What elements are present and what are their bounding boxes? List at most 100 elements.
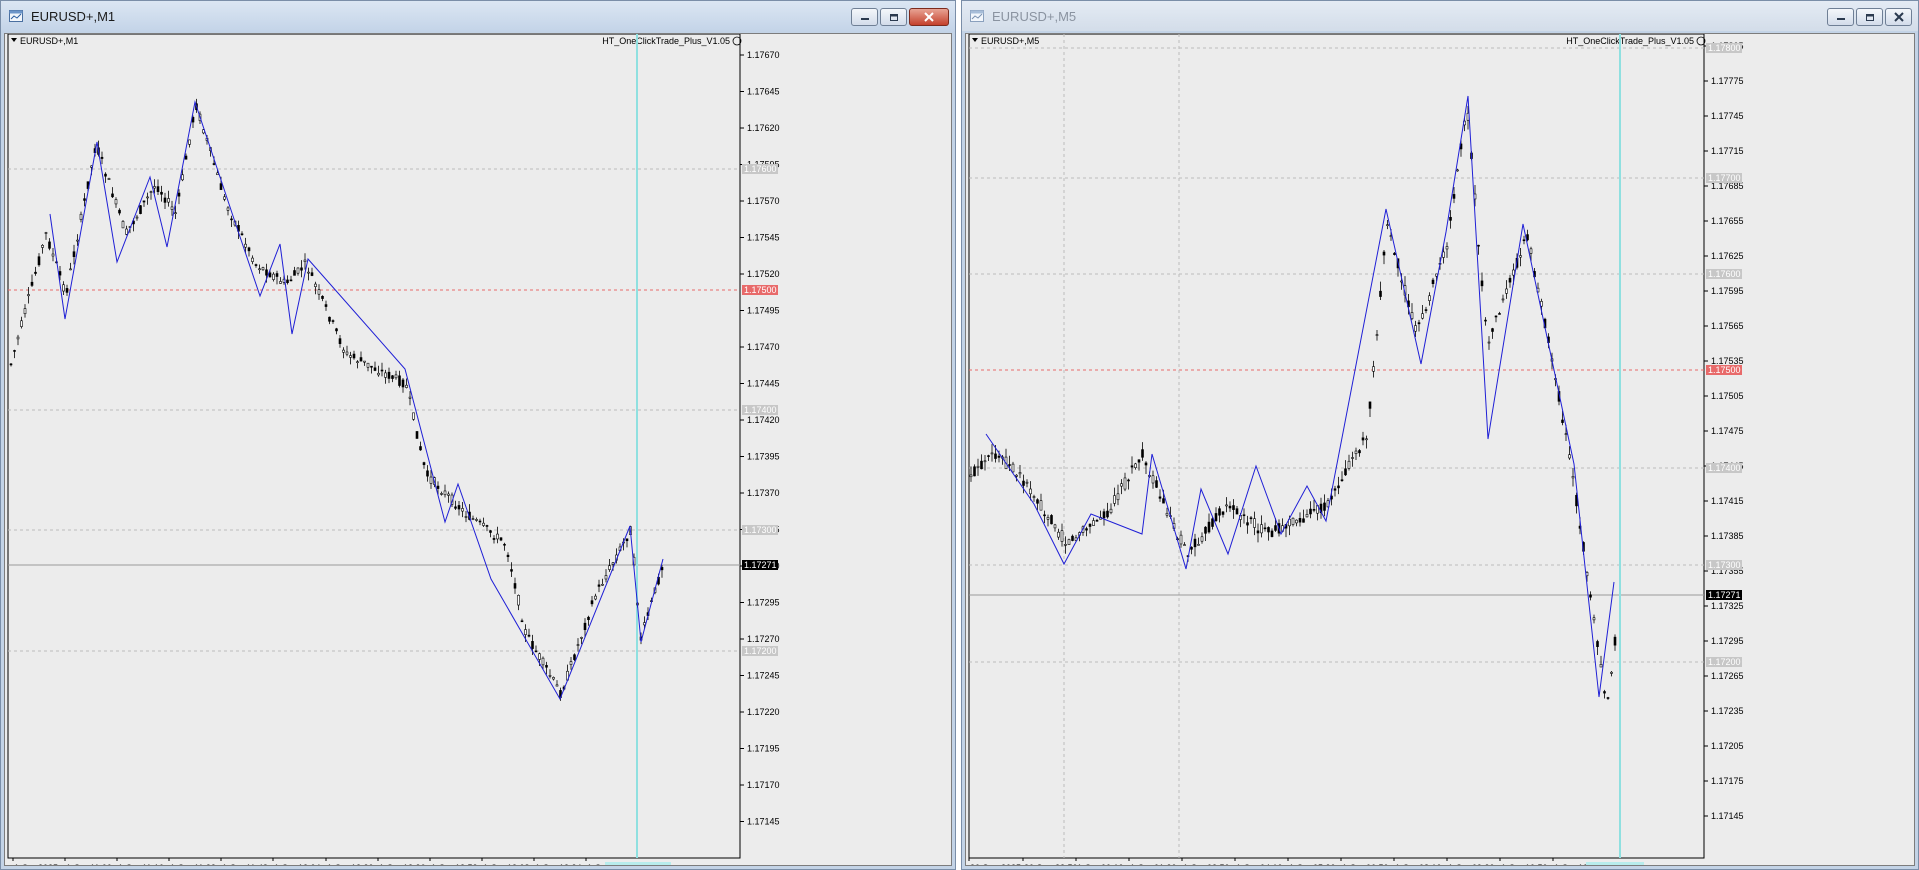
candle-body <box>370 365 373 368</box>
candle-body <box>1410 312 1414 319</box>
price-chart[interactable]: EURUSD+,M5 HT_OneClickTrade_Plus_V1.05 1.1… <box>966 34 1915 866</box>
symbol-dropdown-icon[interactable] <box>11 38 17 42</box>
price-tick-label: 1.17235 <box>1711 706 1744 716</box>
candle-body <box>1015 474 1018 477</box>
price-tick-label: 1.17670 <box>747 50 780 60</box>
candle-body <box>1375 334 1379 336</box>
time-tick-label: 1 Oct 01:30 <box>1130 863 1177 866</box>
candle-body <box>135 216 139 219</box>
candle-body <box>111 193 114 198</box>
time-tick-label: 1 Oct 11:48 <box>222 863 268 866</box>
candle-body <box>27 294 30 297</box>
price-tick-label: 1.17170 <box>747 780 780 790</box>
candle-body <box>1095 520 1099 522</box>
chart-area[interactable]: EURUSD+,M5 HT_OneClickTrade_Plus_V1.05 1.1… <box>965 33 1915 866</box>
symbol-dropdown-icon[interactable] <box>972 38 978 42</box>
title-bar[interactable]: EURUSD+,M1 <box>1 1 955 31</box>
price-tick-label: 1.17620 <box>747 123 780 133</box>
window-title: EURUSD+,M5 <box>992 9 1077 24</box>
candle-body <box>597 584 601 587</box>
candle-body <box>1333 488 1337 491</box>
time-tick-label: 1 Oct 11:32 <box>170 863 216 866</box>
candle-body <box>359 357 363 362</box>
candle-body <box>1039 500 1043 511</box>
candle-body <box>1067 539 1071 545</box>
candle-body <box>594 595 597 600</box>
candle-body <box>1568 454 1571 459</box>
time-tick-label: 1 Oct 10:50 <box>1501 863 1548 866</box>
chart-window-m5[interactable]: EURUSD+,M5 EURUSD+,M5 HT_OneClickTrade_Pl… <box>961 0 1919 870</box>
candle-body <box>1193 538 1197 548</box>
close-button[interactable] <box>1885 8 1912 26</box>
price-tick-label: 1.17570 <box>747 196 780 206</box>
candle-body <box>1295 519 1298 524</box>
candle-body <box>1491 328 1494 332</box>
candle-body <box>990 452 994 455</box>
candle-body <box>436 485 440 489</box>
chart-window-m1[interactable]: EURUSD+,M1 EURUSD+,M1 HT_OneClickTrade_Pl… <box>0 0 956 870</box>
candle-body <box>580 637 583 639</box>
candle-body <box>1120 483 1123 487</box>
minimize-button[interactable] <box>1827 8 1854 26</box>
restore-button[interactable] <box>1856 8 1883 26</box>
level-price-label: 1.17300 <box>744 525 777 535</box>
candle-body <box>1526 234 1529 241</box>
candle-body <box>1134 463 1137 468</box>
price-chart[interactable]: EURUSD+,M1 HT_OneClickTrade_Plus_V1.05 1.1… <box>5 34 952 866</box>
candle-body <box>1043 514 1046 517</box>
plot-frame <box>7 34 741 859</box>
price-tick-label: 1.17195 <box>747 744 780 754</box>
level-price-label: 1.17300 <box>1708 560 1741 570</box>
time-tick-label: 1 Oct 09:30 <box>1448 863 1495 866</box>
price-tick-label: 1.17595 <box>1711 286 1744 296</box>
candle-body <box>307 271 310 274</box>
candle-body <box>23 308 27 315</box>
candle-body <box>1200 536 1204 542</box>
price-tick-label: 1.17265 <box>1711 671 1744 681</box>
candle-body <box>611 562 615 565</box>
candle-body <box>1263 527 1267 530</box>
candle-body <box>275 273 279 277</box>
price-tick-label: 1.17370 <box>747 488 780 498</box>
price-tick-label: 1.17565 <box>1711 321 1744 331</box>
candle-body <box>1512 269 1515 276</box>
candle-body <box>482 522 485 526</box>
candle-body <box>331 320 335 322</box>
candle-body <box>527 634 531 637</box>
minimize-button[interactable] <box>851 8 878 26</box>
candle-body <box>1305 514 1309 518</box>
candle-body <box>1421 313 1424 319</box>
candle-body <box>1456 169 1459 172</box>
candle-body <box>160 191 163 195</box>
candle-body <box>62 284 65 292</box>
restore-button[interactable] <box>880 8 907 26</box>
candle-body <box>300 267 303 271</box>
candle-body <box>100 156 104 159</box>
candle-body <box>587 616 590 621</box>
candle-body <box>1386 224 1389 226</box>
time-tick-label: 1 Oct 00:10 <box>1077 863 1124 866</box>
time-tick-label: 1 Oct 05:30 <box>1289 863 1336 866</box>
candle-body <box>342 349 345 353</box>
candle-body <box>286 279 289 284</box>
candle-body <box>65 288 69 293</box>
candle-body <box>1592 617 1596 621</box>
candle-body <box>1522 239 1526 242</box>
candle-body <box>1358 450 1361 454</box>
candle-body <box>548 674 552 677</box>
candle-body <box>391 375 394 379</box>
candle-body <box>1158 496 1162 499</box>
candle-body <box>1141 449 1144 458</box>
candle-body <box>496 533 499 540</box>
candle-body <box>1564 433 1568 435</box>
title-bar[interactable]: EURUSD+,M5 <box>962 1 1918 31</box>
candle-body <box>590 600 594 605</box>
chart-area[interactable]: EURUSD+,M1 HT_OneClickTrade_Plus_V1.05 1.1… <box>4 33 952 866</box>
candle-body <box>314 283 317 287</box>
candle-body <box>408 396 412 399</box>
candle-body <box>9 363 13 366</box>
price-tick-label: 1.17295 <box>1711 636 1744 646</box>
candle-body <box>552 677 555 680</box>
close-button[interactable] <box>909 8 949 26</box>
price-tick-label: 1.17475 <box>1711 426 1744 436</box>
